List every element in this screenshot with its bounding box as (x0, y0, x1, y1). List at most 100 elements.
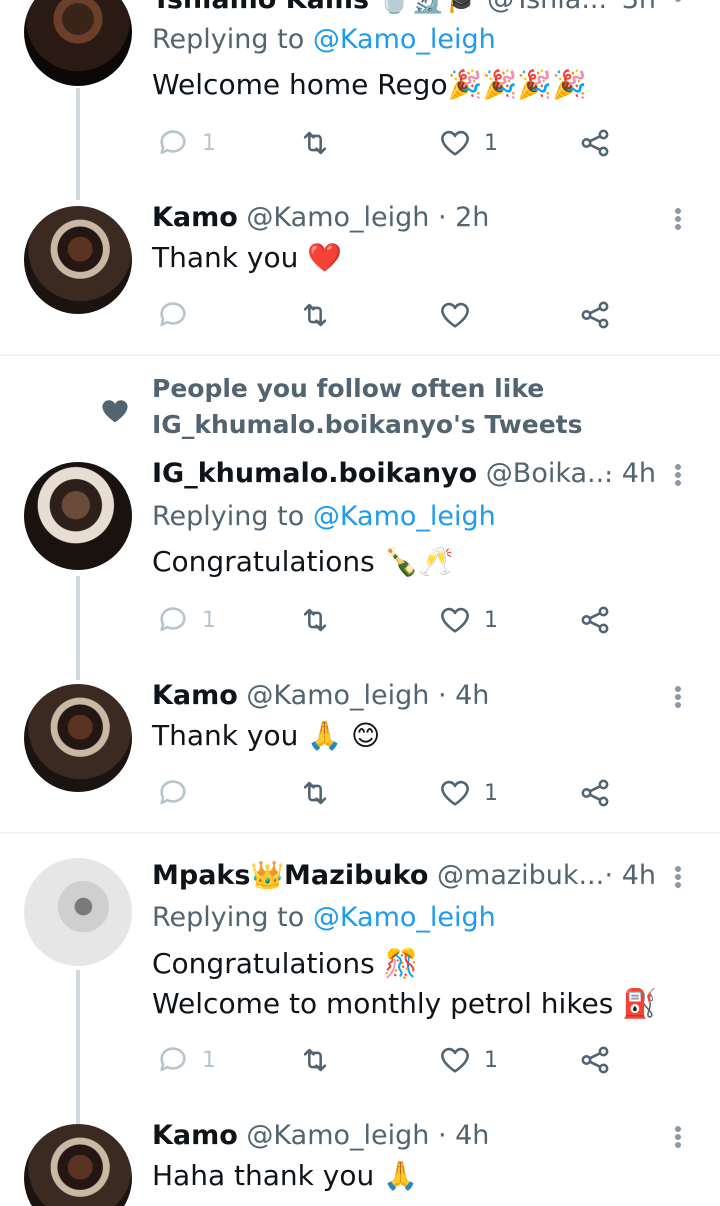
tweet-actions: 1 1 (152, 1040, 622, 1080)
display-name[interactable]: Kamo (152, 202, 238, 233)
avatar[interactable] (24, 1124, 132, 1206)
reply-bubble-icon (160, 780, 186, 805)
like-count: 1 (484, 130, 498, 156)
reply-button[interactable] (156, 773, 202, 813)
timestamp[interactable]: · 4h (605, 858, 656, 894)
more-vertical-icon[interactable] (672, 1122, 684, 1152)
replying-handle-link[interactable]: @Kamo_leigh (313, 24, 496, 55)
display-name[interactable]: Tshiamo Kams (152, 0, 369, 15)
avatar[interactable] (24, 206, 132, 314)
heart-outline-icon (441, 302, 469, 328)
retweet-button[interactable] (298, 123, 332, 163)
display-name[interactable]: Kamo (152, 680, 238, 711)
social-context-line1: People you follow often like (152, 374, 545, 403)
share-button[interactable] (578, 600, 612, 640)
share-button[interactable] (578, 1040, 612, 1080)
more-vertical-icon[interactable] (672, 0, 684, 6)
share-button[interactable] (578, 773, 612, 813)
heart-outline-icon (441, 607, 469, 633)
retweet-button[interactable] (298, 600, 332, 640)
retweet-button[interactable] (298, 773, 332, 813)
replying-prefix: Replying to (152, 24, 305, 55)
like-button[interactable]: 1 (438, 600, 498, 640)
avatar[interactable] (24, 684, 132, 792)
tweet-actions: 1 1 (152, 123, 622, 163)
thread-line (76, 576, 80, 680)
like-count: 1 (484, 780, 498, 806)
tweet-header: IG_khumalo.boikanyo @Boika... (152, 456, 613, 492)
like-button[interactable]: 1 (438, 773, 498, 813)
reply-button[interactable] (156, 295, 202, 335)
retweet-button[interactable] (298, 295, 332, 335)
timestamp[interactable]: · 4h (605, 456, 656, 492)
share-button[interactable] (578, 295, 612, 335)
thread-line (76, 88, 80, 200)
tweet-text: Thank you ❤️ (152, 241, 343, 274)
divider (0, 354, 720, 356)
handle-and-time[interactable]: @Kamo_leigh · 4h (246, 1120, 489, 1151)
avatar[interactable] (24, 858, 132, 966)
timestamp[interactable]: 3h (622, 0, 656, 18)
reply-count: 1 (202, 607, 216, 633)
replying-to: Replying to @Kamo_leigh (152, 499, 496, 535)
more-vertical-icon[interactable] (672, 460, 684, 490)
more-vertical-icon[interactable] (672, 862, 684, 892)
retweet-button[interactable] (298, 1040, 332, 1080)
tweet-text: Welcome home Rego🎉🎉🎉🎉 (152, 68, 588, 101)
handle-and-time[interactable]: @Kamo_leigh · 2h (246, 202, 489, 233)
display-name[interactable]: IG_khumalo.boikanyo (152, 458, 477, 489)
handle-and-time[interactable]: @Kamo_leigh · 4h (246, 680, 489, 711)
reply-bubble-icon (160, 607, 186, 632)
tweet-text: Thank you 🙏 😊 (152, 719, 381, 752)
replying-prefix: Replying to (152, 501, 305, 532)
display-name[interactable]: Mpaks👑Mazibuko (152, 860, 428, 891)
like-count: 1 (484, 1047, 498, 1073)
share-button[interactable] (578, 123, 612, 163)
reply-bubble-icon (160, 302, 186, 327)
like-button[interactable]: 1 (438, 1040, 498, 1080)
replying-handle-link[interactable]: @Kamo_leigh (313, 501, 496, 532)
avatar[interactable] (24, 0, 132, 86)
like-button[interactable] (438, 295, 484, 335)
display-name[interactable]: Kamo (152, 1120, 238, 1151)
tweet-header: Kamo @Kamo_leigh · 4h (152, 678, 680, 714)
tweet-actions: 1 1 (152, 600, 622, 640)
reply-count: 1 (202, 130, 216, 156)
tweet-header: Mpaks👑Mazibuko @mazibuk... (152, 858, 604, 894)
handle[interactable]: @mazibuk... (437, 860, 604, 891)
divider (0, 832, 720, 834)
tweet-text-line2: Welcome to monthly petrol hikes ⛽ (152, 987, 658, 1020)
reply-count: 1 (202, 1047, 216, 1073)
tweet-text: Haha thank you 🙏 (152, 1159, 418, 1192)
more-vertical-icon[interactable] (672, 204, 684, 234)
handle[interactable]: @Boika... (486, 458, 613, 489)
reply-button[interactable]: 1 (156, 600, 216, 640)
share-icon (581, 129, 609, 157)
thread-line (76, 970, 80, 1130)
retweet-icon (303, 608, 327, 632)
like-button[interactable]: 1 (438, 123, 498, 163)
avatar[interactable] (24, 462, 132, 570)
retweet-icon (303, 781, 327, 805)
replying-to: Replying to @Kamo_leigh (152, 900, 496, 936)
reply-bubble-icon (160, 1047, 186, 1072)
tweet-actions: 1 (152, 773, 622, 813)
heart-outline-icon (441, 1047, 469, 1073)
handle[interactable]: @Tshia... (487, 0, 607, 15)
tweet-header: Kamo @Kamo_leigh · 4h (152, 1118, 680, 1154)
reply-button[interactable]: 1 (156, 1040, 216, 1080)
share-icon (581, 606, 609, 634)
replying-prefix: Replying to (152, 902, 305, 933)
retweet-icon (303, 1048, 327, 1072)
reply-bubble-icon (160, 130, 186, 155)
heart-outline-icon (441, 780, 469, 806)
reply-button[interactable]: 1 (156, 123, 216, 163)
tweet-text: Congratulations 🍾🥂 (152, 545, 454, 578)
tweet-header: Kamo @Kamo_leigh · 2h (152, 200, 680, 236)
tweet-header: Tshiamo Kams 🍵🔬🎓 @Tshia... (152, 0, 680, 18)
more-vertical-icon[interactable] (672, 682, 684, 712)
like-count: 1 (484, 607, 498, 633)
replying-handle-link[interactable]: @Kamo_leigh (313, 902, 496, 933)
heart-filled-icon (102, 400, 128, 423)
share-icon (581, 779, 609, 807)
